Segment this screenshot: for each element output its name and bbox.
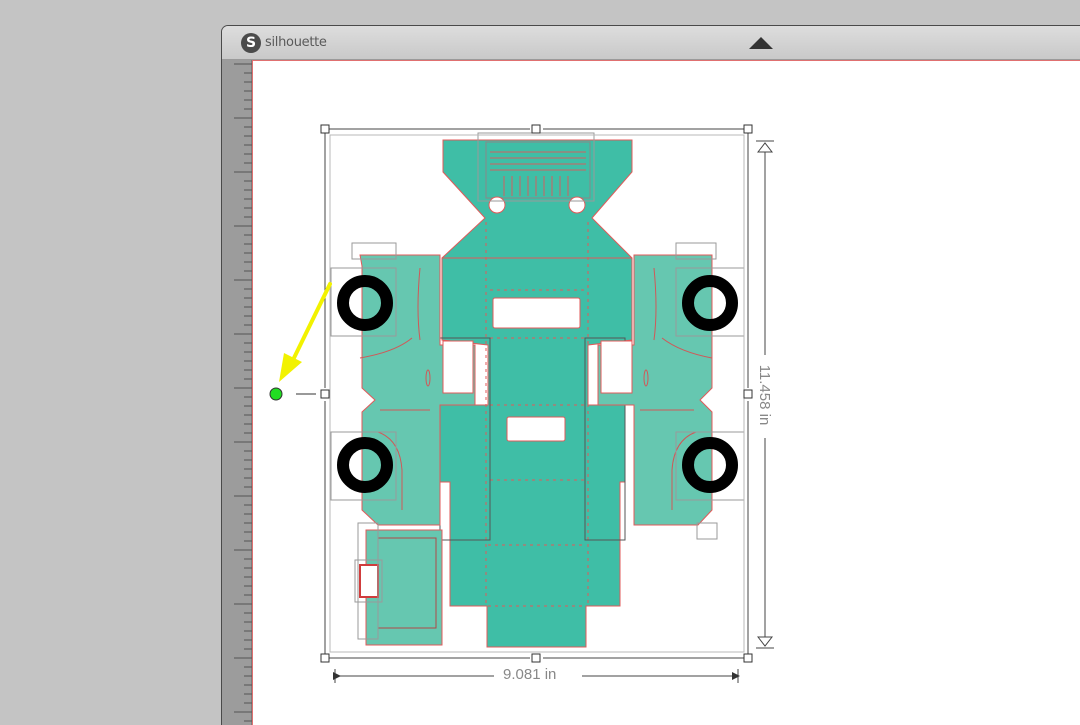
width-dimension-label: 9.081 in [499,666,561,684]
height-dimension-label: 11.458 in [755,360,773,430]
annotation-arrow-icon [279,282,332,382]
truck-template[interactable] [359,139,713,648]
headlight-right[interactable] [568,196,586,214]
handle-middle-right[interactable] [743,389,753,399]
design-overlay [269,124,774,683]
handle-top-middle[interactable] [531,124,541,134]
right-window-cutout[interactable] [600,340,633,394]
windshield-cutout[interactable] [492,297,581,329]
handle-bottom-right[interactable] [743,653,753,663]
handle-middle-left[interactable] [320,389,330,399]
handle-bottom-middle[interactable] [531,653,541,663]
handle-top-left[interactable] [320,124,330,134]
handle-top-right[interactable] [743,124,753,134]
headlight-left[interactable] [488,196,506,214]
rear-window-cutout[interactable] [506,416,566,442]
left-window-cutout[interactable] [442,340,474,394]
handle-bottom-left[interactable] [320,653,330,663]
rotate-handle[interactable] [269,387,283,401]
tailgate-tab[interactable] [359,564,379,598]
